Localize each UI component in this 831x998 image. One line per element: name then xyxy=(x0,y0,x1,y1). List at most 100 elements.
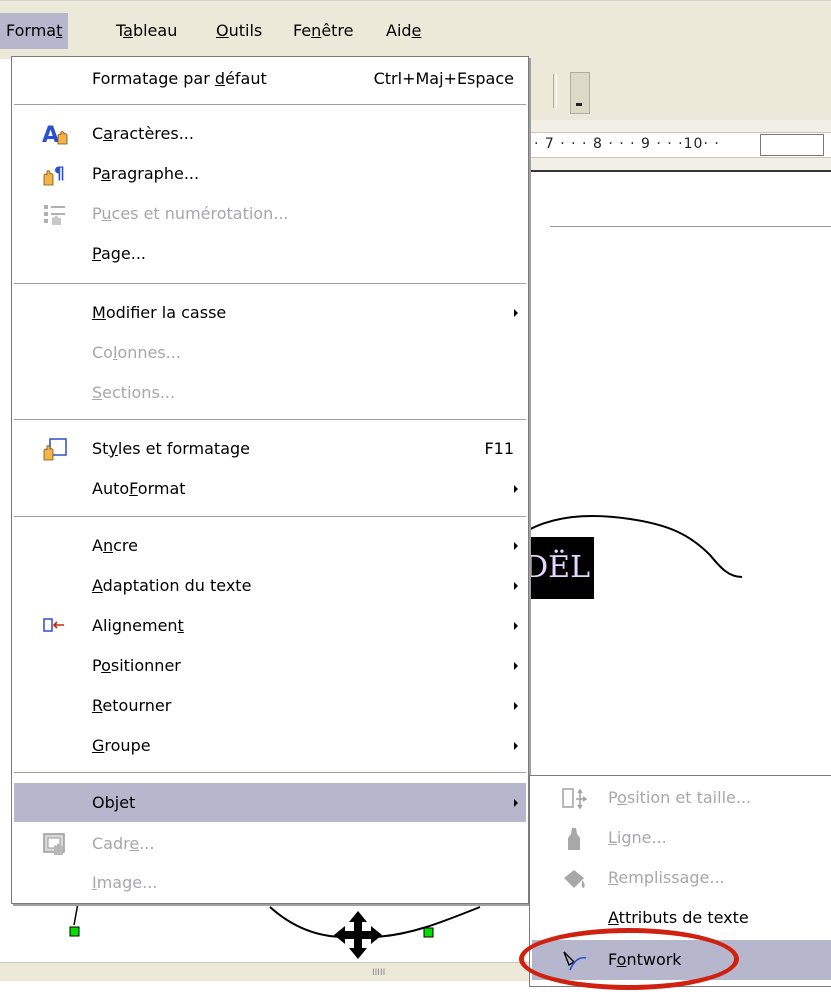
paragraph-icon: ¶ xyxy=(43,164,65,186)
menu-item-label: Sections... xyxy=(92,383,176,402)
submenu-arrow-icon xyxy=(514,309,518,317)
menu-aide-mnemonic: e xyxy=(411,21,422,40)
menu-aide[interactable]: Aide xyxy=(380,13,427,49)
selection-handle[interactable] xyxy=(423,927,434,938)
menu-item-label: Alignement xyxy=(92,616,184,635)
submenu-item-remplissage[interactable]: Remplissage... xyxy=(532,858,831,898)
menu-separator xyxy=(14,772,526,775)
position-size-icon xyxy=(562,788,588,810)
menu-outils[interactable]: Outils xyxy=(210,13,268,49)
menu-separator xyxy=(14,283,526,286)
menu-item-label: Paragraphe... xyxy=(92,164,200,183)
scrollbar-grip-icon: IIIII xyxy=(372,968,386,978)
svg-text:A: A xyxy=(42,123,59,146)
submenu-arrow-icon xyxy=(514,702,518,710)
menu-separator xyxy=(14,516,526,519)
menu-fenetre[interactable]: Fenêtre xyxy=(287,13,360,49)
menu-item-label: Objet xyxy=(92,793,136,812)
menu-item-autoformat[interactable]: AutoFormat xyxy=(14,469,526,508)
styles-icon xyxy=(43,438,67,461)
menu-item-shortcut: F11 xyxy=(484,439,514,458)
menu-item-label: Styles et formatage xyxy=(92,439,251,458)
menu-format[interactable]: Format xyxy=(0,13,69,49)
menu-item-label: Image... xyxy=(92,873,158,892)
menu-item-shortcut: Ctrl+Maj+Espace xyxy=(373,69,514,88)
menu-item-styles-et-formatage[interactable]: Styles et formatage F11 xyxy=(14,429,526,468)
menu-item-label: Positionner xyxy=(92,656,181,675)
frame-icon xyxy=(43,833,65,855)
menu-tableau[interactable]: Tableau xyxy=(110,13,183,49)
menu-bar: Format Tableau Outils Fenêtre Aide xyxy=(0,0,831,59)
ruler-indent-marker[interactable] xyxy=(760,134,824,156)
submenu-item-ligne[interactable]: Ligne... xyxy=(532,818,831,858)
page-margin-line xyxy=(550,226,831,227)
menu-item-adaptation-du-texte[interactable]: Adaptation du texte xyxy=(14,566,526,605)
submenu-item-label: Ligne... xyxy=(608,828,667,847)
menu-format-mnemonic: t xyxy=(56,21,63,40)
selection-handle[interactable] xyxy=(69,926,80,937)
menu-item-label: AutoFormat xyxy=(92,479,186,498)
format-menu: Formatage par défaut Ctrl+Maj+Espace A C… xyxy=(11,56,529,904)
menu-item-label: Formatage par défaut xyxy=(92,69,267,88)
menu-item-label: Adaptation du texte xyxy=(92,576,252,595)
move-cursor-icon xyxy=(334,911,382,959)
menu-item-colonnes[interactable]: Colonnes... xyxy=(14,333,526,372)
submenu-arrow-icon xyxy=(514,485,518,493)
menu-item-label: Caractères... xyxy=(92,124,194,143)
menu-item-label: Retourner xyxy=(92,696,172,715)
menu-format-label: Forma xyxy=(6,21,57,40)
fontwork-curve-bottom xyxy=(69,902,481,959)
submenu-arrow-icon xyxy=(514,622,518,630)
menu-separator xyxy=(14,419,526,422)
menu-item-objet[interactable]: Objet xyxy=(14,783,526,822)
bullets-icon xyxy=(44,205,65,225)
menu-item-positionner[interactable]: Positionner xyxy=(14,646,526,685)
toolbar-dropdown-button[interactable] xyxy=(570,72,590,114)
menu-tableau-mnemonic: a xyxy=(123,21,133,40)
menu-fenetre-label-rest: être xyxy=(321,21,354,40)
menu-aide-label: Aid xyxy=(386,21,412,40)
submenu-item-label: Position et taille... xyxy=(608,788,752,807)
menu-outils-mnemonic: O xyxy=(216,21,229,40)
submenu-arrow-icon xyxy=(514,799,518,807)
menu-item-label: Groupe xyxy=(92,736,151,755)
menu-item-label: Puces et numérotation... xyxy=(92,204,289,223)
menu-item-label: Cadre... xyxy=(92,834,155,853)
submenu-arrow-icon xyxy=(514,542,518,550)
menu-item-alignement[interactable]: Alignement xyxy=(14,606,526,645)
ruler-marks: · 7 · · · 8 · · · 9 · · ·10· · xyxy=(534,136,720,152)
menu-item-label: Modifier la casse xyxy=(92,303,227,322)
submenu-item-position-et-taille[interactable]: Position et taille... xyxy=(532,778,831,818)
svg-text:¶: ¶ xyxy=(54,164,65,184)
alignment-icon xyxy=(43,618,64,632)
menu-tableau-label-rest: bleau xyxy=(132,21,178,40)
menu-item-puces-et-numerotation[interactable]: Puces et numérotation... xyxy=(14,194,526,233)
submenu-arrow-icon xyxy=(514,742,518,750)
fontwork-text-object[interactable]: DËL xyxy=(520,537,594,599)
menu-item-ancre[interactable]: Ancre xyxy=(14,526,526,565)
menu-item-paragraphe[interactable]: ¶ Paragraphe... xyxy=(14,154,526,193)
toolbar-separator xyxy=(553,74,557,108)
menu-item-modifier-la-casse[interactable]: Modifier la casse xyxy=(14,293,526,332)
menu-item-groupe[interactable]: Groupe xyxy=(14,726,526,765)
menu-item-formatage-par-defaut[interactable]: Formatage par défaut Ctrl+Maj+Espace xyxy=(14,59,526,98)
horizontal-ruler[interactable]: · 7 · · · 8 · · · 9 · · ·10· · xyxy=(530,120,831,172)
line-icon xyxy=(568,828,580,850)
submenu-arrow-icon xyxy=(514,582,518,590)
toolbar xyxy=(530,58,831,121)
menu-item-caracteres[interactable]: A Caractères... xyxy=(14,114,526,153)
menu-separator xyxy=(14,104,526,107)
menu-item-sections[interactable]: Sections... xyxy=(14,373,526,412)
menu-item-page[interactable]: Page... xyxy=(14,234,526,273)
menu-fenetre-label: Fe xyxy=(293,21,312,40)
menu-item-cadre[interactable]: Cadre... xyxy=(14,824,526,863)
menu-item-label: Colonnes... xyxy=(92,343,181,362)
character-icon: A xyxy=(42,123,68,146)
menu-item-label: Ancre xyxy=(92,536,138,555)
annotation-ellipse xyxy=(519,928,739,990)
submenu-arrow-icon xyxy=(514,662,518,670)
menu-item-retourner[interactable]: Retourner xyxy=(14,686,526,725)
menu-item-image[interactable]: Image... xyxy=(14,863,526,902)
menu-fenetre-mnemonic: n xyxy=(311,21,322,40)
submenu-item-label: Remplissage... xyxy=(608,868,725,887)
